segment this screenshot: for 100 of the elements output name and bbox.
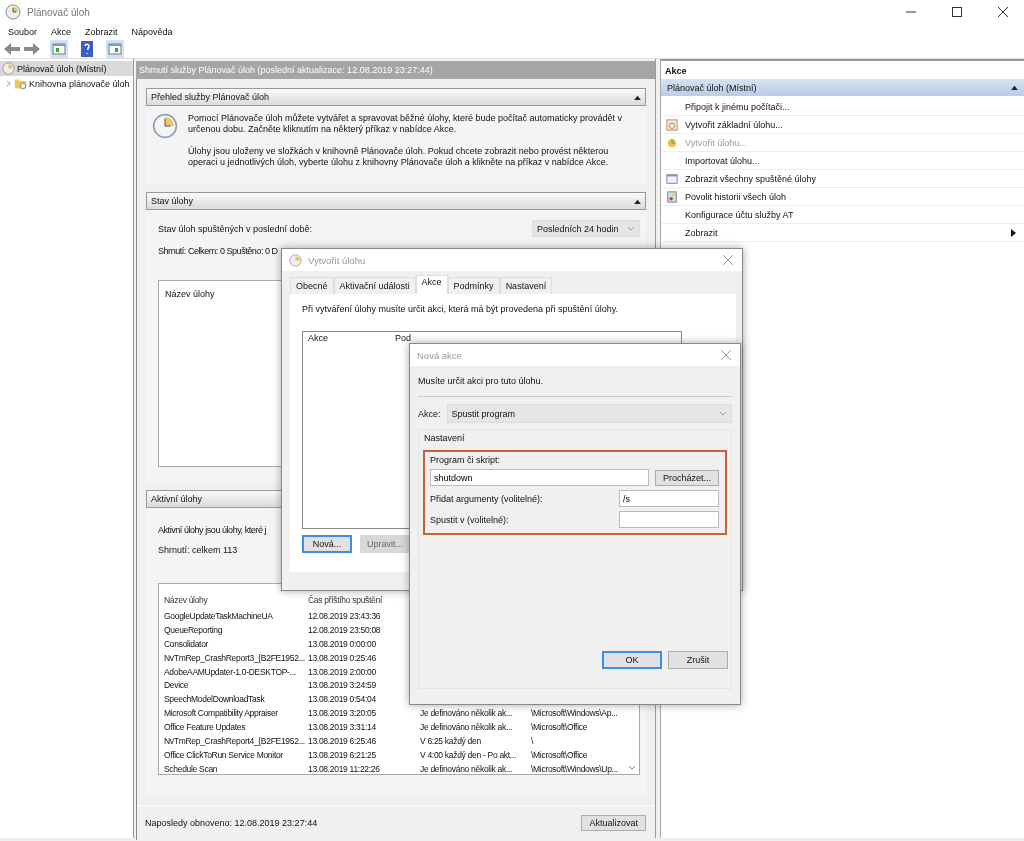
tab[interactable]: Aktivační události	[333, 277, 416, 294]
close-icon[interactable]	[998, 7, 1008, 17]
status-label: Stav úloh spuštěných v poslední době:	[158, 223, 313, 234]
column-header: Název úlohy	[165, 289, 215, 299]
tab[interactable]: Podmínky	[447, 277, 500, 294]
dialog-title: Nová akce	[417, 349, 462, 361]
table-cell-text: QueueReporting	[164, 623, 224, 637]
tree-item[interactable]: Knihovna plánovače úloh	[0, 76, 133, 91]
document-icon	[666, 190, 678, 203]
menu-item[interactable]: Soubor	[8, 27, 38, 37]
table-cell-text: 12.08.2019 23:50:08	[308, 623, 382, 637]
help-icon[interactable]	[78, 40, 96, 58]
table-cell-text: Je definováno několik ak...	[420, 762, 514, 776]
table-cell-text: 13.08.2019 6:25:46	[308, 735, 377, 748]
forward-arrow-icon[interactable]	[24, 43, 40, 55]
chevron-down-icon	[719, 411, 727, 416]
summary-header: Shrnutí služby Plánovač úloh (poslední aktualizace: 12.08.2019 23:27:44)	[136, 61, 655, 79]
column-header[interactable]: Pod	[395, 333, 411, 343]
action-item[interactable]: Připojit k jinému počítači...	[661, 98, 1024, 116]
console-tree-icon[interactable]	[50, 40, 68, 58]
tree-item[interactable]: Plánovač úloh (Místní)	[0, 61, 133, 76]
table-cell-text: \Microsoft\Windows\Ap...	[531, 707, 619, 721]
table-cell-text: \Microsoft\Windows\Up...	[531, 762, 619, 776]
chevron-down-icon	[627, 226, 635, 231]
period-dropdown[interactable]: Posledních 24 hodin	[532, 220, 640, 237]
summary-text: Shrnutí: celkem 113	[158, 545, 238, 555]
collapse-icon[interactable]	[634, 94, 641, 100]
table-cell-text: 13.08.2019 11:22:26	[308, 762, 381, 776]
description-text: Pomocí Plánovače úloh můžete vytvářet a spravovat běžné úlohy, které bude počítač automaticky provádět v určenou dobu. Začněte kliknutím na některý příkaz v nabídce Akce.	[188, 113, 624, 135]
table-cell-text: NvTmRep_CrashReport3_{B2FE1952...	[164, 651, 306, 665]
table-cell-text: AdobeAAMUpdater-1.0-DESKTOP-...	[164, 665, 297, 679]
menu-item[interactable]: Akce	[51, 27, 72, 37]
last-refreshed-text: Naposledy obnoveno: 12.08.2019 23:27:44	[145, 818, 318, 828]
input-field[interactable]: shutdown	[430, 469, 649, 486]
submenu-arrow-icon	[1011, 228, 1016, 237]
tab[interactable]: Akce	[415, 275, 448, 294]
actions-group-header[interactable]: Plánovač úloh (Místní)	[661, 79, 1024, 96]
dialog-button[interactable]: Zrušit	[668, 651, 728, 669]
description-text: Aktivní úlohy jsou úlohy, které j	[158, 525, 267, 535]
chevron-icon[interactable]	[5, 80, 12, 87]
dialog-button[interactable]: Nová...	[302, 535, 352, 553]
section-header[interactable]: Stav úlohy	[146, 192, 646, 210]
maximize-icon[interactable]	[952, 7, 962, 17]
collapse-icon[interactable]	[634, 198, 641, 204]
column-header[interactable]: Název úlohy	[164, 594, 308, 610]
table-cell-text: Schedule Scan	[164, 762, 219, 776]
dialog-title: Vytvořit úlohu	[308, 254, 366, 266]
table-cell-text: 13.08.2019 0:00:00	[308, 637, 377, 651]
field-label: Akce:	[418, 408, 441, 419]
message-text: Musíte určit akci pro tuto úlohu.	[418, 376, 732, 397]
summary-text: Shrnutí: Celkem: 0 Spuštěno: 0 D	[158, 246, 278, 256]
action-item[interactable]: Zobrazit všechny spuštěné úlohy	[661, 170, 1024, 188]
calendar-icon	[666, 118, 678, 131]
collapse-icon[interactable]	[1011, 85, 1018, 90]
table-cell-text: 13.08.2019 3:20:05	[308, 707, 377, 721]
action-item[interactable]: Importovat úlohu...	[661, 152, 1024, 170]
scroll-down-icon[interactable]	[628, 765, 636, 770]
instruction-text: Při vytváření úlohy musíte určit akci, která má být provedena při spuštění úlohy.	[302, 304, 619, 314]
table-cell-text: NvTmRep_CrashReport4_{B2FE1952...	[164, 735, 306, 748]
column-header[interactable]: Akce	[308, 333, 328, 343]
field-label: Program či skript:	[430, 455, 501, 465]
table-cell-text: 13.08.2019 3:31:14	[308, 721, 377, 735]
folder-icon	[14, 77, 27, 90]
table-cell-text: Office Feature Updates	[164, 721, 247, 735]
action-pane-icon[interactable]	[106, 40, 124, 58]
input-field[interactable]	[619, 511, 719, 528]
section-header[interactable]: Přehled služby Plánovač úloh	[146, 88, 646, 106]
action-item[interactable]: Konfigurace účtu služby AT	[661, 206, 1024, 224]
clock-icon	[5, 4, 21, 20]
action-item[interactable]: Povolit historii všech úloh	[661, 188, 1024, 206]
refresh-button[interactable]: Aktualizovat	[581, 815, 646, 831]
table-cell-text: Je definováno několik ak...	[420, 721, 514, 735]
action-dropdown[interactable]: Spustit program	[446, 404, 732, 423]
field-label: Spustit v (volitelné):	[430, 514, 509, 525]
table-cell-text: Office ClickToRun Service Monitor	[164, 748, 284, 762]
clock-icon	[289, 253, 302, 267]
browse-button[interactable]: Procházet...	[654, 469, 719, 486]
clock-icon	[666, 136, 678, 149]
table-cell-text: \Microsoft\Office	[531, 721, 589, 735]
tab[interactable]: Nastavení	[499, 277, 553, 294]
dialog-button[interactable]: OK	[602, 651, 662, 669]
action-item[interactable]: Zobrazit	[661, 224, 1024, 242]
table-cell-text: Microsoft Compatibility Appraiser	[164, 707, 279, 721]
table-cell-text: 13.08.2019 0:54:04	[308, 693, 377, 707]
table-cell-text: \	[531, 735, 535, 748]
table-cell-text: 13.08.2019 2:00:00	[308, 665, 377, 679]
table-cell-text: V 4:00 každý den - Po akt...	[420, 748, 518, 762]
tab[interactable]: Obecné	[290, 277, 334, 294]
table-cell-text: 13.08.2019 0:25:46	[308, 651, 377, 665]
clock-icon	[2, 62, 15, 75]
action-item[interactable]: Vytvořit základní úlohu...	[661, 116, 1024, 134]
input-field[interactable]: /s	[619, 490, 719, 507]
back-arrow-icon[interactable]	[4, 43, 20, 55]
window-icon	[666, 172, 678, 185]
table-cell-text: \Microsoft\Office	[531, 748, 589, 762]
menu-item[interactable]: Nápověda	[131, 27, 173, 37]
field-label: Přidat argumenty (volitelné):	[430, 493, 543, 504]
table-cell-text: Je definováno několik ak...	[420, 707, 514, 721]
clock-icon	[152, 113, 178, 139]
menu-item[interactable]: Zobrazit	[85, 27, 118, 37]
